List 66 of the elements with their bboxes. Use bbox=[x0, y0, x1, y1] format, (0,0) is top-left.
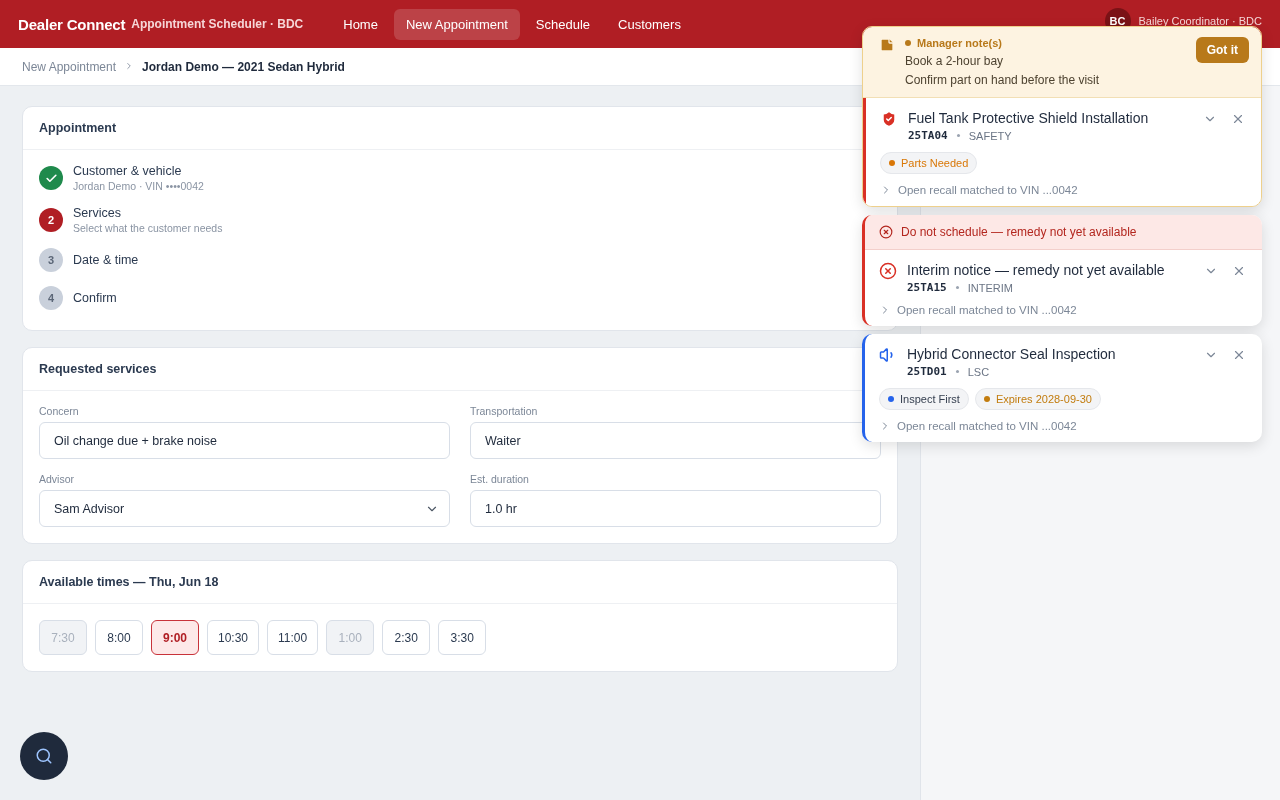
close-icon bbox=[1231, 112, 1245, 126]
step-title: Confirm bbox=[73, 291, 117, 305]
step-indicator: 4 bbox=[39, 286, 63, 310]
breadcrumb-item: Jordan Demo — 2021 Sedan Hybrid bbox=[142, 59, 345, 74]
nav-link[interactable]: Customers bbox=[606, 8, 693, 40]
step-indicator: 2 bbox=[39, 208, 63, 232]
time-slot-button[interactable]: 3:30 bbox=[438, 620, 487, 655]
recall-code: 25TA04 bbox=[908, 129, 948, 142]
field-label: Advisor bbox=[39, 473, 75, 485]
tag-label: Inspect First bbox=[900, 393, 960, 405]
step-subtitle: Jordan Demo · VIN ••••0042 bbox=[73, 180, 204, 192]
close-icon bbox=[1232, 264, 1246, 278]
recall-footer[interactable]: Open recall matched to VIN ...0042 bbox=[898, 184, 1078, 196]
nav-link[interactable]: Home bbox=[331, 8, 390, 40]
step-subtitle: Select what the customer needs bbox=[73, 222, 223, 234]
close-icon bbox=[1232, 348, 1246, 362]
step-title: Services bbox=[73, 206, 122, 220]
input-field[interactable]: 1.0 hr bbox=[470, 490, 881, 527]
input-field[interactable]: Oil change due + brake noise bbox=[39, 422, 450, 459]
shield-check-icon bbox=[880, 110, 898, 128]
search-icon bbox=[35, 747, 53, 765]
select-field[interactable]: Sam Advisor bbox=[39, 490, 450, 527]
field-label: Transportation bbox=[470, 405, 539, 417]
banner-text: Do not schedule — remedy not yet available bbox=[901, 225, 1137, 239]
app-subtitle: Appointment Scheduler · BDC bbox=[131, 17, 304, 31]
card-title: Available times — Thu, Jun 18 bbox=[23, 561, 897, 604]
recall-title: Interim notice — remedy not yet available bbox=[907, 262, 1166, 278]
recall-category: SAFETY bbox=[968, 129, 1012, 142]
nav-link[interactable]: New Appointment bbox=[393, 8, 520, 40]
field-label: Concern bbox=[39, 405, 80, 417]
note-label: Manager note(s) bbox=[905, 37, 1186, 49]
time-slot-button[interactable]: 10:30 bbox=[207, 620, 260, 655]
got-it-button[interactable]: Got it bbox=[1195, 37, 1249, 63]
field-label: Est. duration bbox=[470, 473, 530, 485]
sticky-note-icon bbox=[879, 37, 895, 53]
search-button[interactable] bbox=[20, 732, 68, 780]
separator-dot-icon bbox=[955, 370, 959, 373]
separator-dot-icon bbox=[955, 286, 959, 289]
time-slot-button[interactable]: 9:00 bbox=[151, 620, 199, 655]
nav-link[interactable]: Schedule bbox=[523, 8, 603, 40]
recall-title: Fuel Tank Protective Shield Installation bbox=[908, 110, 1150, 126]
recall-category: INTERIM bbox=[967, 281, 1013, 294]
recall-code: 25TD01 bbox=[907, 365, 947, 378]
separator-dot-icon bbox=[956, 134, 960, 137]
time-slot-button[interactable]: 8:00 bbox=[95, 620, 143, 655]
user-name: Bailey Coordinator · BDC bbox=[1138, 15, 1262, 27]
recall-category: LSC bbox=[967, 365, 990, 378]
step-indicator: 3 bbox=[39, 248, 63, 272]
note-text: Confirm part on hand before the visit bbox=[905, 73, 1101, 87]
step-title: Customer & vehicle bbox=[73, 164, 183, 178]
brand-name: Dealer Connect bbox=[18, 15, 126, 33]
recall-code: 25TA15 bbox=[907, 281, 947, 294]
recall-footer[interactable]: Open recall matched to VIN ...0042 bbox=[897, 304, 1077, 316]
input-field[interactable]: Waiter bbox=[470, 422, 881, 459]
breadcrumb-item[interactable]: New Appointment bbox=[22, 59, 117, 74]
note-text: Book a 2-hour bay bbox=[905, 54, 1005, 68]
recall-title: Hybrid Connector Seal Inspection bbox=[907, 346, 1117, 362]
time-slot-button[interactable]: 2:30 bbox=[382, 620, 431, 655]
tag-label: Expires 2028-09-30 bbox=[995, 393, 1092, 405]
step-title: Date & time bbox=[73, 253, 139, 267]
check-icon bbox=[44, 171, 58, 185]
x-circle-icon bbox=[879, 225, 893, 239]
recall-footer[interactable]: Open recall matched to VIN ...0042 bbox=[897, 420, 1077, 432]
tag-label: Parts Needed bbox=[901, 157, 969, 169]
x-circle-icon bbox=[879, 262, 897, 280]
time-slot-button[interactable]: 11:00 bbox=[267, 620, 319, 655]
